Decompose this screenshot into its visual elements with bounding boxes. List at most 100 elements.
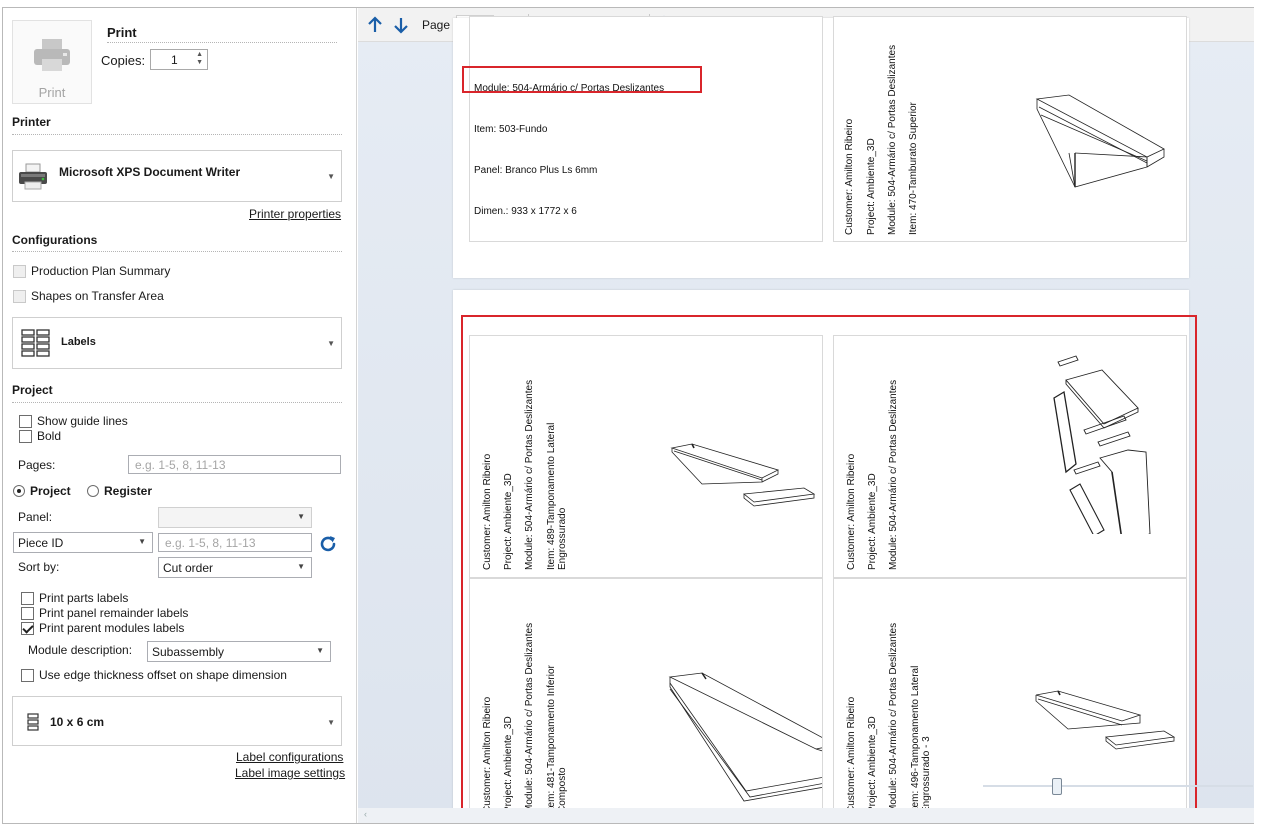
label-item: Item: 481-Tamponamento Inferior [546, 665, 557, 810]
checkbox-label: Shapes on Transfer Area [31, 289, 164, 303]
print-parts-labels-checkbox[interactable]: Print parts labels [21, 591, 128, 605]
label-item-continued: Composto [557, 767, 568, 810]
next-page-button[interactable] [388, 12, 414, 38]
checkbox-label: Bold [37, 429, 62, 443]
radio-label: Register [104, 484, 153, 498]
radio-register[interactable]: Register [87, 484, 152, 498]
edge-thickness-offset-checkbox[interactable]: Use edge thickness offset on shape dimen… [21, 668, 287, 682]
module-description-value: Subassembly [152, 645, 225, 659]
arrow-down-icon [394, 17, 408, 34]
piece-filter-input[interactable] [158, 533, 312, 552]
panel-drawing [1035, 94, 1165, 188]
label-module: Module: 504-Armário c/ Portas Deslizante… [888, 379, 899, 570]
grid-labels-icon [21, 329, 50, 357]
layout-select[interactable]: Labels ▼ [12, 317, 342, 369]
zoom-slider-track[interactable] [983, 785, 1253, 787]
chevron-down-icon: ▼ [316, 646, 324, 655]
chevron-down-icon: ▼ [327, 339, 335, 348]
label-configurations-link[interactable]: Label configurations [236, 750, 343, 764]
print-button[interactable]: Print [12, 20, 92, 104]
pages-input[interactable] [128, 455, 341, 474]
label-customer: Customer: Amilton Ribeiro [844, 118, 855, 235]
exploded-cabinet-drawing [1053, 355, 1151, 534]
checkbox-label: Print panel remainder labels [39, 606, 189, 620]
arrow-up-icon [368, 15, 382, 32]
sort-label: Sort by: [18, 560, 60, 574]
project-section-title: Project [12, 383, 53, 397]
label-module: Module: 504-Armário c/ Portas Deslizante… [888, 622, 899, 810]
copies-stepper[interactable]: 1 ▲ ▼ [150, 49, 208, 70]
label-project: Project: Ambiente_3D [503, 473, 514, 570]
module-description-select[interactable]: Subassembly ▼ [147, 641, 331, 662]
label-card: Customer: Amilton Ribeiro Project: Ambie… [833, 578, 1187, 810]
scroll-left-icon[interactable]: ‹ [364, 809, 367, 819]
label-customer: Customer: Amilton Ribeiro [482, 453, 493, 570]
checkbox-box [21, 621, 34, 635]
printer-icon [34, 39, 70, 71]
module-description-label: Module description: [28, 643, 133, 657]
label-module: Module: 504-Armário c/ Portas Deslizante… [474, 83, 665, 94]
label-project: Project: Ambiente_3D [503, 716, 514, 810]
label-size-select[interactable]: 10 x 6 cm ▼ [12, 696, 342, 746]
previous-page-button[interactable] [362, 12, 388, 38]
panel-select[interactable]: ▼ [158, 507, 312, 528]
settings-panel: Print Print Copies: 1 ▲ ▼ Printer Microso… [3, 8, 357, 823]
printer-properties-link[interactable]: Printer properties [249, 207, 341, 221]
spin-arrows-icon[interactable]: ▲ ▼ [196, 51, 203, 67]
printer-name: Microsoft XPS Document Writer [59, 165, 241, 179]
label-item: Item: 470-Tamburato Superior [908, 102, 919, 235]
checkbox-label: Print parent modules labels [39, 621, 185, 635]
refresh-icon[interactable] [317, 533, 339, 555]
label-item: Item: 496-Tamponamento Lateral [910, 665, 921, 810]
chevron-down-icon: ▼ [297, 512, 305, 521]
label-card: Customer: Amilton Ribeiro Project: Ambie… [833, 335, 1187, 578]
label-item: Item: 489-Tamponamento Lateral [546, 422, 557, 570]
divider [107, 42, 337, 43]
configurations-section-title: Configurations [12, 233, 98, 247]
checkbox-box [19, 414, 32, 428]
production-plan-summary-checkbox[interactable]: Production Plan Summary [13, 264, 170, 278]
radio-dot [13, 485, 25, 497]
print-dialog: Print Print Copies: 1 ▲ ▼ Printer Microso… [2, 7, 1254, 824]
label-image-settings-link[interactable]: Label image settings [235, 766, 345, 780]
printer-select[interactable]: Microsoft XPS Document Writer ▼ [12, 150, 342, 202]
divider [12, 134, 342, 135]
label-item-continued: Engrossurado - 3 [921, 736, 932, 810]
checkbox-label: Use edge thickness offset on shape dimen… [39, 668, 287, 682]
show-guide-lines-checkbox[interactable]: Show guide lines [19, 414, 128, 428]
bold-checkbox[interactable]: Bold [19, 429, 61, 443]
chevron-down-icon: ▼ [327, 718, 335, 727]
horizontal-scrollbar[interactable]: ‹ [358, 808, 1254, 823]
label-module: Module: 504-Armário c/ Portas Deslizante… [524, 622, 535, 810]
label-size-value: 10 x 6 cm [50, 715, 105, 729]
panel-drawing [668, 672, 822, 802]
page-label: Page [422, 17, 451, 32]
panel-label: Panel: [18, 510, 53, 524]
label-panel: Panel: Branco Plus Ls 6mm [474, 165, 598, 176]
label-customer: Customer: Amilton Ribeiro [482, 696, 493, 810]
piece-field-select[interactable]: Piece ID ▼ [13, 532, 153, 553]
copies-label: Copies: [101, 53, 146, 68]
label-card: Module: 504-Armário c/ Portas Deslizante… [469, 16, 823, 242]
radio-dot [87, 485, 99, 497]
chevron-down-icon: ▼ [297, 562, 305, 571]
preview-page-current: Customer: Amilton Ribeiro Project: Ambie… [453, 290, 1189, 820]
checkbox-label: Production Plan Summary [31, 264, 171, 278]
checkbox-box [21, 591, 34, 605]
sort-value: Cut order [163, 561, 214, 575]
checkbox-box [21, 606, 34, 620]
label-module: Module: 504-Armário c/ Portas Deslizante… [887, 44, 898, 235]
label-card: Customer: Amilton Ribeiro Project: Ambie… [469, 578, 823, 810]
print-title: Print [107, 25, 137, 40]
radio-project[interactable]: Project [13, 484, 71, 498]
checkbox-label: Show guide lines [37, 414, 128, 428]
print-parent-modules-checkbox[interactable]: Print parent modules labels [21, 621, 184, 635]
printer-device-icon [19, 163, 47, 190]
shapes-transfer-area-checkbox[interactable]: Shapes on Transfer Area [13, 289, 164, 303]
zoom-slider-thumb[interactable] [1052, 778, 1062, 795]
print-remainder-labels-checkbox[interactable]: Print panel remainder labels [21, 606, 188, 620]
checkbox-label: Print parts labels [39, 591, 129, 605]
sort-select[interactable]: Cut order ▼ [158, 557, 312, 578]
copies-value: 1 [171, 53, 178, 67]
label-customer: Customer: Amilton Ribeiro [846, 453, 857, 570]
